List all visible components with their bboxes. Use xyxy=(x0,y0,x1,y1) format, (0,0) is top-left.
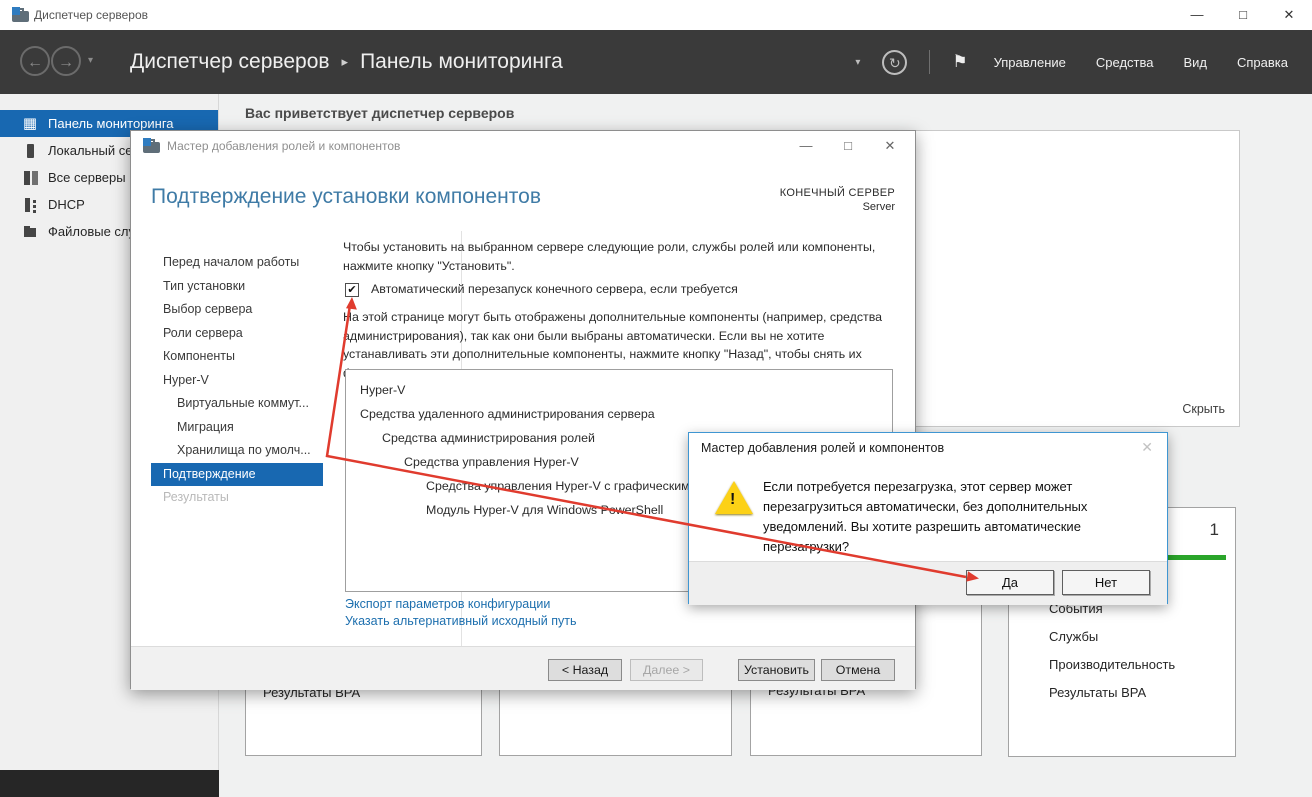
back-button[interactable]: < Назад xyxy=(548,659,622,681)
app-titlebar: Диспетчер серверов — □ ✕ xyxy=(0,0,1312,30)
wizard-title: Мастер добавления ролей и компонентов xyxy=(167,139,400,153)
sidebar-item-label: DHCP xyxy=(48,197,85,212)
restart-confirm-dialog: Мастер добавления ролей и компонентов ✕ … xyxy=(688,432,1168,604)
dialog-message: Если потребуется перезагрузка, этот серв… xyxy=(763,477,1159,557)
wizard-nav-server-roles[interactable]: Роли сервера xyxy=(131,322,331,346)
dialog-title: Мастер добавления ролей и компонентов xyxy=(701,441,944,455)
wizard-nav-install-type[interactable]: Тип установки xyxy=(131,275,331,299)
sidebar-item-label: Все серверы xyxy=(48,170,126,185)
menu-view[interactable]: Вид xyxy=(1179,55,1211,70)
server-icon xyxy=(22,143,38,159)
breadcrumb-current[interactable]: Панель мониторинга xyxy=(360,50,563,74)
breadcrumb-root[interactable]: Диспетчер серверов xyxy=(130,50,330,74)
export-settings-link[interactable]: Экспорт параметров конфигурации xyxy=(345,597,550,611)
wizard-nav-virtual-switches[interactable]: Виртуальные коммут... xyxy=(131,392,331,416)
wizard-nav-confirmation[interactable]: Подтверждение xyxy=(151,463,323,487)
yes-button[interactable]: Да xyxy=(966,570,1054,595)
back-icon[interactable]: ← xyxy=(20,46,50,76)
nav-history-caret-icon[interactable]: ▾ xyxy=(88,55,93,66)
refresh-icon[interactable]: ↻ xyxy=(882,50,907,75)
wizard-page-heading: Подтверждение установки компонентов xyxy=(151,185,541,209)
wizard-nav-features[interactable]: Компоненты xyxy=(131,345,331,369)
menu-help[interactable]: Справка xyxy=(1233,55,1292,70)
tile-row-services[interactable]: Службы xyxy=(1049,622,1175,650)
sidebar-bottom-strip xyxy=(0,770,219,797)
folder-icon xyxy=(22,224,38,240)
close-icon[interactable]: ✕ xyxy=(1266,0,1312,30)
notifications-caret-icon[interactable]: ▾ xyxy=(855,57,860,68)
breadcrumb-separator-icon: ▸ xyxy=(342,54,349,70)
flag-icon[interactable]: ⚑ xyxy=(952,52,967,72)
server-manager-icon xyxy=(12,7,29,23)
wizard-nav-results: Результаты xyxy=(131,486,331,510)
wizard-nav-before-begin[interactable]: Перед началом работы xyxy=(131,251,331,275)
wizard-nav-server-selection[interactable]: Выбор сервера xyxy=(131,298,331,322)
warning-icon: ! xyxy=(715,481,753,514)
wizard-footer: < Назад Далее > Установить Отмена xyxy=(131,646,915,690)
maximize-icon[interactable]: □ xyxy=(827,131,869,161)
restart-checkbox[interactable]: ✔ xyxy=(345,283,359,297)
add-roles-wizard: Мастер добавления ролей и компонентов — … xyxy=(130,130,916,689)
target-server-name: Server xyxy=(780,201,895,213)
dhcp-icon xyxy=(22,197,38,213)
dashboard-icon: ▦ xyxy=(22,116,38,132)
wizard-nav: Перед началом работы Тип установки Выбор… xyxy=(131,251,331,510)
minimize-icon[interactable]: — xyxy=(1174,0,1220,30)
app-title: Диспетчер серверов xyxy=(34,8,148,22)
wizard-intro-text: Чтобы установить на выбранном сервере сл… xyxy=(343,238,909,275)
tile-row-performance[interactable]: Производительность xyxy=(1049,650,1175,678)
wizard-nav-hyperv[interactable]: Hyper-V xyxy=(131,369,331,393)
menu-manage[interactable]: Управление xyxy=(990,55,1070,70)
servers-icon xyxy=(22,170,38,186)
server-count: 1 xyxy=(1210,520,1219,540)
breadcrumb: Диспетчер серверов ▸ Панель мониторинга xyxy=(130,30,563,94)
close-icon[interactable]: ✕ xyxy=(869,131,911,161)
restart-checkbox-label[interactable]: Автоматический перезапуск конечного серв… xyxy=(371,282,738,296)
welcome-heading: Вас приветствует диспетчер серверов xyxy=(245,105,514,121)
sidebar-item-label: Панель мониторинга xyxy=(48,116,174,131)
alternate-source-link[interactable]: Указать альтернативный исходный путь xyxy=(345,614,577,628)
server-manager-icon xyxy=(143,138,160,154)
wizard-nav-default-stores[interactable]: Хранилища по умолч... xyxy=(131,439,331,463)
header-bar: ← → ▾ Диспетчер серверов ▸ Панель монито… xyxy=(0,30,1312,94)
forward-icon[interactable]: → xyxy=(51,46,81,76)
wizard-titlebar: Мастер добавления ролей и компонентов — … xyxy=(131,131,915,161)
target-server-label: КОНЕЧНЫЙ СЕРВЕР xyxy=(780,187,895,199)
cancel-button[interactable]: Отмена xyxy=(821,659,895,681)
header-divider xyxy=(929,50,930,74)
install-button[interactable]: Установить xyxy=(738,659,815,681)
maximize-icon[interactable]: □ xyxy=(1220,0,1266,30)
server-manager-window: Диспетчер серверов — □ ✕ ← → ▾ Диспетчер… xyxy=(0,0,1312,797)
minimize-icon[interactable]: — xyxy=(785,131,827,161)
wizard-nav-migration[interactable]: Миграция xyxy=(131,416,331,440)
close-icon[interactable]: ✕ xyxy=(1141,439,1153,456)
dialog-footer: Да Нет xyxy=(689,561,1167,605)
next-button: Далее > xyxy=(630,659,703,681)
no-button[interactable]: Нет xyxy=(1062,570,1150,595)
tile-row-bpa[interactable]: Результаты BPA xyxy=(1049,678,1175,706)
menu-tools[interactable]: Средства xyxy=(1092,55,1158,70)
list-item: Hyper-V xyxy=(360,378,892,402)
hide-link[interactable]: Скрыть xyxy=(1182,402,1225,416)
list-item: Средства удаленного администрирования се… xyxy=(360,402,892,426)
target-server-block: КОНЕЧНЫЙ СЕРВЕР Server xyxy=(780,187,895,213)
